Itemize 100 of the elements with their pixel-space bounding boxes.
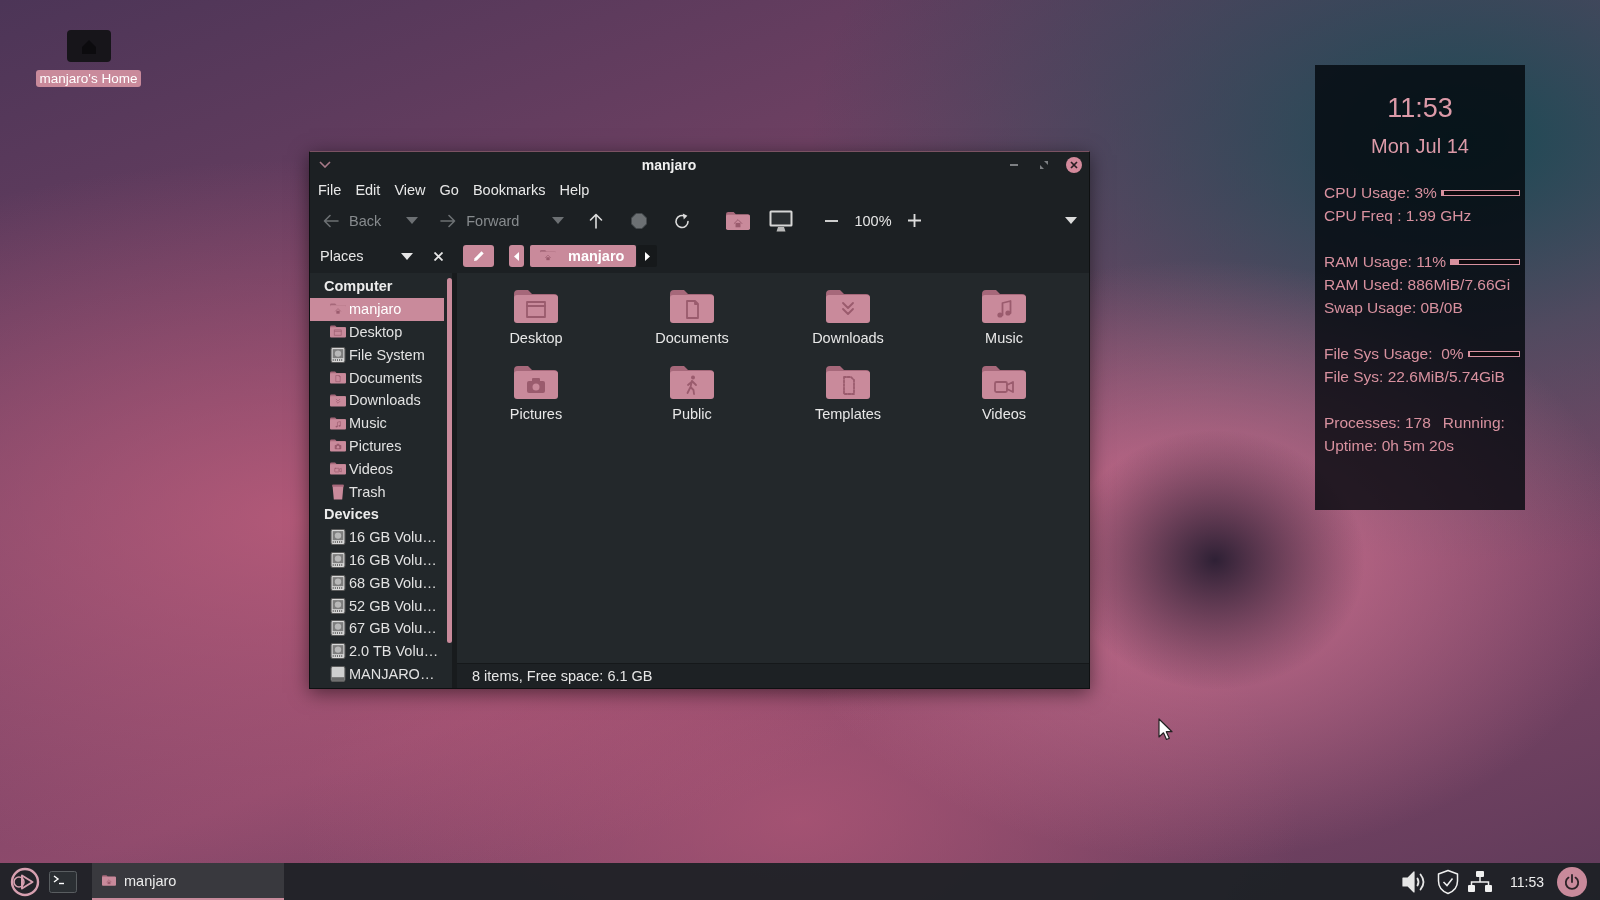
- video-camera-folder-icon: [982, 366, 1026, 399]
- stat-text: File Sys Usage: 0%: [1324, 344, 1464, 363]
- sidebar-item[interactable]: 68 GB Volu…: [310, 571, 444, 595]
- folder-icon: [330, 325, 346, 339]
- menu-item[interactable]: Go: [432, 179, 466, 200]
- sidebar-item[interactable]: MANJARO…: [310, 662, 444, 686]
- caret-icon: [401, 252, 413, 260]
- camera-folder-icon: [330, 439, 346, 453]
- terminal-launcher-button[interactable]: [49, 870, 77, 893]
- stat-text: CPU Freq : 1.99 GHz: [1324, 206, 1472, 225]
- taskbar-task-button[interactable]: manjaro: [92, 863, 284, 900]
- drive-icon: [330, 574, 346, 591]
- music-folder-icon: [330, 416, 346, 430]
- sidebar-item[interactable]: 2.0 TB Volu…: [310, 639, 444, 663]
- left-arrow-icon: [323, 212, 339, 229]
- edit-location-button[interactable]: [463, 245, 494, 267]
- mouse-pointer-icon: [1158, 718, 1174, 741]
- folder-item[interactable]: Desktop: [505, 289, 567, 348]
- drive-icon: [330, 665, 346, 682]
- right-arrow-icon: [440, 212, 457, 229]
- folder-item[interactable]: Documents: [651, 289, 733, 348]
- document-folder-icon: [670, 290, 714, 323]
- play-circle-icon: [10, 866, 40, 897]
- home-folder-icon: [102, 875, 116, 886]
- places-dropdown[interactable]: Places: [310, 244, 413, 268]
- sidebar-item[interactable]: Pictures: [310, 434, 444, 458]
- sidebar-item[interactable]: Trash: [310, 480, 444, 503]
- folder-item[interactable]: Pictures: [505, 365, 567, 424]
- document-folder-icon: [330, 371, 346, 385]
- computer-icon: [769, 209, 794, 232]
- stat-text: Processes: 178: [1324, 413, 1431, 432]
- drive-icon: [330, 643, 346, 660]
- caret-icon: [552, 217, 565, 224]
- clock-time: 11:53: [1386, 92, 1454, 124]
- sidebar-heading: Devices: [323, 504, 380, 524]
- close-icon: [1066, 156, 1082, 173]
- sidebar-item[interactable]: Downloads: [310, 389, 444, 412]
- camera-folder-icon: [514, 366, 558, 399]
- sidebar-heading: Computer: [323, 277, 394, 296]
- menu-item[interactable]: Bookmarks: [465, 179, 553, 200]
- sidebar-item[interactable]: 16 GB Volu…: [310, 548, 444, 572]
- caret-icon: [406, 217, 419, 224]
- sidebar-item[interactable]: Music: [310, 411, 444, 435]
- minimize-icon: [1010, 163, 1018, 166]
- drive-icon: [330, 620, 346, 637]
- up-arrow-icon: [588, 212, 605, 229]
- sidebar-item[interactable]: Desktop: [310, 320, 444, 344]
- pencil-icon: [472, 250, 485, 262]
- drive-icon: [330, 346, 346, 363]
- stat-text: CPU Usage: 3%: [1324, 183, 1437, 202]
- folder-item[interactable]: Videos: [977, 365, 1031, 424]
- drive-icon: [330, 529, 346, 546]
- network-icon[interactable]: [1467, 869, 1493, 894]
- stat-text: Uptime: 0h 5m 20s: [1324, 436, 1455, 455]
- stat-text: RAM Usage: 11%: [1324, 252, 1447, 271]
- path-scroll-right-button[interactable]: [637, 245, 657, 267]
- left-triangle-icon: [514, 251, 519, 261]
- stop-icon: [631, 212, 648, 229]
- folder-item[interactable]: Templates: [810, 365, 886, 424]
- menu-item[interactable]: File: [311, 179, 349, 200]
- menu-item[interactable]: View: [387, 179, 433, 200]
- shield-icon[interactable]: [1437, 868, 1459, 895]
- close-button[interactable]: [1066, 156, 1082, 173]
- window-title: manjaro: [640, 156, 698, 173]
- download-folder-icon: [826, 290, 870, 323]
- taskbar-clock[interactable]: 11:53: [1510, 873, 1544, 890]
- zoom-level: 100%: [854, 212, 892, 229]
- folder-icon: [514, 290, 558, 323]
- power-icon: [1564, 873, 1580, 890]
- sidebar-item[interactable]: 67 GB Volu…: [310, 616, 444, 640]
- scrollbar-thumb[interactable]: [447, 278, 452, 643]
- trash-icon: [330, 483, 346, 500]
- sidebar-item[interactable]: Documents: [310, 366, 444, 389]
- home-folder-icon: [726, 211, 751, 230]
- video-camera-folder-icon: [330, 462, 346, 476]
- menu-item[interactable]: Edit: [348, 179, 388, 200]
- terminal-icon: [49, 870, 77, 893]
- sidebar-item[interactable]: 16 GB Volu…: [310, 525, 444, 549]
- home-folder-icon: [330, 302, 346, 316]
- sidebar-item[interactable]: Videos: [310, 457, 444, 481]
- minus-icon: [824, 219, 838, 222]
- power-button[interactable]: [1557, 866, 1587, 897]
- music-folder-icon: [982, 290, 1026, 323]
- sidebar-item[interactable]: 52 GB Volu…: [310, 594, 444, 617]
- stat-text: File Sys: 22.6MiB/5.74GiB: [1324, 367, 1505, 386]
- status-text: 8 items, Free space: 6.1 GB: [472, 668, 653, 684]
- person-folder-icon: [670, 366, 714, 399]
- template-folder-icon: [826, 366, 870, 399]
- chevron-down-icon: [319, 161, 331, 168]
- folder-item[interactable]: Music: [978, 289, 1030, 348]
- folder-item[interactable]: Public: [666, 365, 718, 424]
- drive-icon: [330, 597, 346, 614]
- close-icon: [433, 251, 443, 261]
- path-scroll-left-button[interactable]: [509, 245, 524, 267]
- app-menu-button[interactable]: [10, 866, 40, 897]
- caret-icon: [1065, 217, 1077, 224]
- sidebar-item[interactable]: File System: [310, 343, 444, 367]
- menu-item[interactable]: Help: [552, 179, 597, 200]
- clock-date: Mon Jul 14: [1370, 134, 1470, 158]
- folder-item[interactable]: Downloads: [808, 289, 888, 348]
